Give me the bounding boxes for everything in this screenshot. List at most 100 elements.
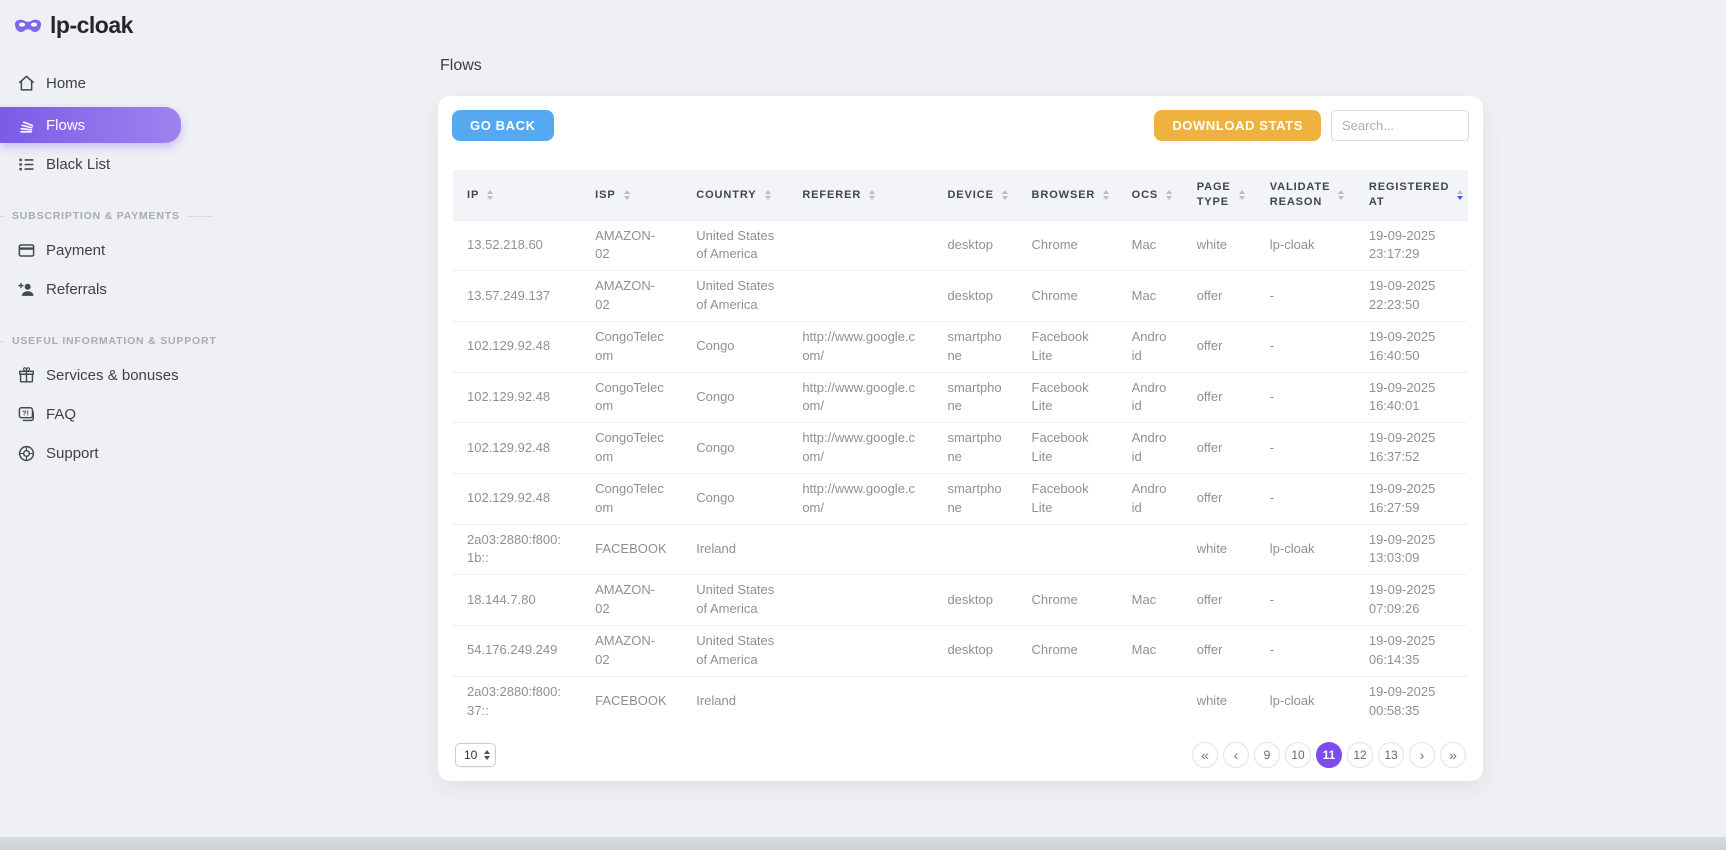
pagination-page-11[interactable]: 11 (1316, 742, 1342, 768)
page-title: Flows (440, 57, 1483, 75)
sidebar-item-faq[interactable]: ?!FAQ (0, 396, 200, 432)
cell-ip: 102.129.92.48 (453, 372, 581, 423)
column-header-validate-reason[interactable]: VALIDATE REASON (1256, 170, 1355, 220)
cell-ocs: Android (1118, 473, 1183, 524)
cell-country: United States of America (682, 575, 788, 626)
sort-icon[interactable] (624, 190, 630, 200)
column-header-country[interactable]: COUNTRY (682, 170, 788, 220)
cell-country: Congo (682, 372, 788, 423)
bottom-scroll-strip[interactable] (0, 837, 1726, 850)
cell-page_type: offer (1183, 575, 1256, 626)
sidebar-item-black-list[interactable]: Black List (0, 146, 200, 182)
column-label: ISP (595, 188, 615, 202)
column-header-device[interactable]: DEVICE (933, 170, 1017, 220)
cell-registered_at: 19-09-2025 00:58:35 (1355, 676, 1468, 726)
page-size-value: 10 (464, 748, 477, 762)
cell-page_type: white (1183, 676, 1256, 726)
cell-browser: Chrome (1018, 575, 1118, 626)
pagination-prev-button[interactable]: ‹ (1223, 742, 1249, 768)
cell-validate_reason: lp-cloak (1256, 220, 1355, 271)
cell-browser: Chrome (1018, 626, 1118, 677)
brand-logo[interactable]: lp-cloak (0, 0, 200, 39)
cell-registered_at: 19-09-2025 07:09:26 (1355, 575, 1468, 626)
sort-icon[interactable] (1338, 190, 1344, 200)
main-content: VIP Flows GO B (438, 0, 1483, 781)
cell-referer: http://www.google.com/ (788, 372, 933, 423)
pagination-page-9[interactable]: 9 (1254, 742, 1280, 768)
cell-isp: FACEBOOK (581, 524, 682, 575)
cell-ocs: Android (1118, 372, 1183, 423)
column-header-page-type[interactable]: PAGE TYPE (1183, 170, 1256, 220)
sidebar-section-title: SUBSCRIPTION & PAYMENTS (0, 210, 200, 222)
cell-device: desktop (933, 220, 1017, 271)
table-row: 102.129.92.48CongoTelecomCongohttp://www… (453, 372, 1468, 423)
sort-icon[interactable] (1457, 190, 1463, 200)
sidebar-item-home[interactable]: Home (0, 65, 200, 101)
cell-ocs: Android (1118, 423, 1183, 474)
pagination-page-10[interactable]: 10 (1285, 742, 1311, 768)
cell-ip: 13.52.218.60 (453, 220, 581, 271)
pagination-page-13[interactable]: 13 (1378, 742, 1404, 768)
payment-icon (16, 240, 36, 260)
column-header-ocs[interactable]: OCS (1118, 170, 1183, 220)
sidebar-item-services-bonuses[interactable]: Services & bonuses (0, 357, 200, 393)
column-header-isp[interactable]: ISP (581, 170, 682, 220)
sort-icon[interactable] (1103, 190, 1109, 200)
pagination-next-button[interactable]: › (1409, 742, 1435, 768)
column-label: IP (467, 188, 479, 202)
sidebar-item-label: Services & bonuses (46, 367, 179, 384)
cell-ip: 102.129.92.48 (453, 473, 581, 524)
cell-browser (1018, 524, 1118, 575)
column-header-browser[interactable]: BROWSER (1018, 170, 1118, 220)
cell-country: Congo (682, 321, 788, 372)
pagination-page-12[interactable]: 12 (1347, 742, 1373, 768)
table-row: 2a03:2880:f800:37::FACEBOOKIrelandwhitel… (453, 676, 1468, 726)
blacklist-icon (16, 154, 36, 174)
search-input[interactable] (1331, 110, 1469, 141)
cell-referer (788, 220, 933, 271)
cell-validate_reason: - (1256, 575, 1355, 626)
cell-ip: 102.129.92.48 (453, 321, 581, 372)
page-size-select[interactable]: 10 (455, 743, 496, 767)
pagination-first-button[interactable]: « (1192, 742, 1218, 768)
cell-registered_at: 19-09-2025 23:17:29 (1355, 220, 1468, 271)
column-header-registered-at[interactable]: REGISTERED AT (1355, 170, 1468, 220)
cell-referer (788, 626, 933, 677)
sort-icon[interactable] (869, 190, 875, 200)
sort-icon[interactable] (1002, 190, 1008, 200)
cell-registered_at: 19-09-2025 06:14:35 (1355, 626, 1468, 677)
stepper-icon (484, 750, 490, 760)
sort-icon[interactable] (487, 190, 493, 200)
go-back-button[interactable]: GO BACK (452, 110, 554, 141)
column-header-ip[interactable]: IP (453, 170, 581, 220)
sort-icon[interactable] (765, 190, 771, 200)
pagination-last-button[interactable]: » (1440, 742, 1466, 768)
download-stats-button[interactable]: DOWNLOAD STATS (1154, 110, 1321, 141)
cell-registered_at: 19-09-2025 16:40:01 (1355, 372, 1468, 423)
flows-icon (16, 115, 36, 135)
sidebar-item-label: Support (46, 445, 99, 462)
cell-device: desktop (933, 626, 1017, 677)
sidebar-item-payment[interactable]: Payment (0, 232, 200, 268)
cell-country: Congo (682, 423, 788, 474)
cell-validate_reason: - (1256, 321, 1355, 372)
cell-page_type: offer (1183, 372, 1256, 423)
sidebar-item-label: Home (46, 75, 86, 92)
sidebar-item-referrals[interactable]: Referrals (0, 271, 200, 307)
cell-browser: Facebook Lite (1018, 321, 1118, 372)
column-label: BROWSER (1032, 188, 1096, 202)
flows-card: GO BACK DOWNLOAD STATS IP ISP COUNTRYREFER… (438, 96, 1483, 781)
sidebar-item-flows[interactable]: Flows (0, 107, 181, 143)
cell-validate_reason: - (1256, 473, 1355, 524)
cell-validate_reason: - (1256, 271, 1355, 322)
cell-ip: 18.144.7.80 (453, 575, 581, 626)
cell-isp: CongoTelecom (581, 473, 682, 524)
table-row: 18.144.7.80AMAZON-02United States of Ame… (453, 575, 1468, 626)
sidebar-item-support[interactable]: Support (0, 435, 200, 471)
sort-icon[interactable] (1239, 190, 1245, 200)
cell-page_type: white (1183, 524, 1256, 575)
column-label: OCS (1132, 188, 1159, 202)
sort-icon[interactable] (1166, 190, 1172, 200)
column-header-referer[interactable]: REFERER (788, 170, 933, 220)
referrals-icon (16, 279, 36, 299)
